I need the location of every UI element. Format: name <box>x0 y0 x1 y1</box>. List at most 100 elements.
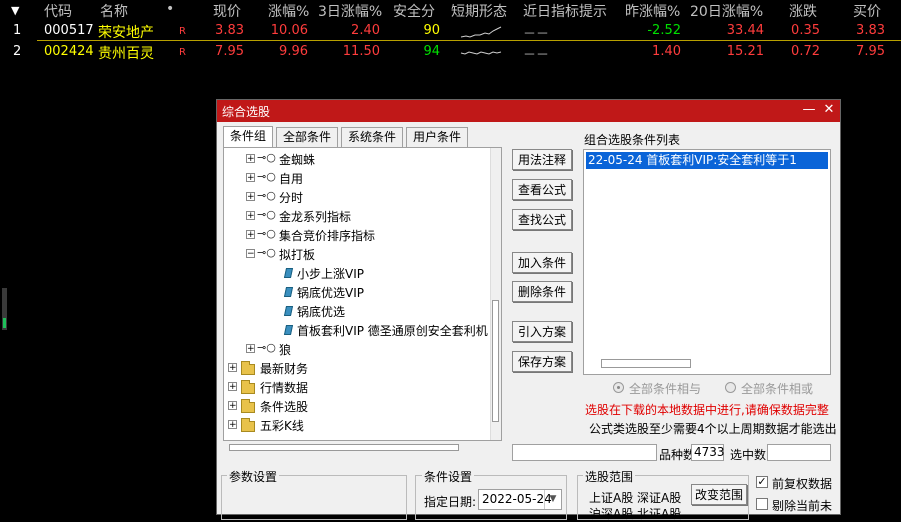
tab-all-conditions[interactable]: 全部条件 <box>276 127 338 147</box>
bid-price: 3.83 <box>856 23 885 38</box>
range-line-2: 沪深A股 北证A股 <box>589 507 682 521</box>
formula-icon <box>283 268 294 278</box>
expand-icon[interactable]: + <box>228 382 237 392</box>
tree-folder-selection[interactable]: + 条件选股 <box>224 397 484 416</box>
change-20d: 33.44 <box>726 23 764 38</box>
find-formula-button[interactable]: 查找公式 <box>512 209 572 230</box>
col-header-safety[interactable]: 安全分 <box>393 1 435 21</box>
tree-leaf-shouban[interactable]: 首板套利VIP 德圣通原创安全套利机制 <box>224 321 488 340</box>
key-icon: ⊸○ <box>257 227 276 240</box>
col-header-change-pct[interactable]: 涨幅% <box>268 1 309 21</box>
change-range-button[interactable]: 改变范围 <box>691 484 747 505</box>
condition-tree[interactable]: + ⊸○ 金蜘蛛 + ⊸○ 自用 + ⊸○ 分时 + ⊸○ 金龙系列指标 + ⊸… <box>223 147 502 441</box>
tree-folder-finance[interactable]: + 最新财务 <box>224 359 484 378</box>
date-select[interactable]: 2022-05-24 ▼ <box>478 489 562 510</box>
exclude-st-checkbox[interactable] <box>756 498 768 510</box>
col-header-name[interactable]: 名称 <box>100 1 128 21</box>
tree-item-jinzhizhu[interactable]: + ⊸○ 金蜘蛛 <box>224 150 484 169</box>
tree-leaf-guodi[interactable]: 锅底优选 <box>224 302 484 321</box>
or-radio[interactable] <box>725 382 736 393</box>
col-header-price[interactable]: 现价 <box>213 1 241 21</box>
expand-icon[interactable]: + <box>246 211 255 221</box>
tab-system-conditions[interactable]: 系统条件 <box>341 127 403 147</box>
safety-score: 90 <box>423 23 440 38</box>
tree-item-fenshi[interactable]: + ⊸○ 分时 <box>224 188 484 207</box>
table-row[interactable]: 2 002424 贵州百灵 R 7.95 9.96 11.50 94 －－ 1.… <box>0 42 901 63</box>
col-header-bid[interactable]: 买价 <box>853 1 881 21</box>
dialog-titlebar[interactable]: 综合选股 — ✕ <box>217 100 840 122</box>
add-condition-button[interactable]: 加入条件 <box>512 252 572 273</box>
tree-item-lang[interactable]: + ⊸○ 狼 <box>224 340 484 359</box>
change-3d: 2.40 <box>351 23 380 38</box>
col-header-dot[interactable]: • <box>166 1 174 17</box>
column-menu-arrow[interactable]: ▼ <box>11 4 19 17</box>
view-formula-button[interactable]: 查看公式 <box>512 179 572 200</box>
expand-icon[interactable]: + <box>246 154 255 164</box>
tree-hscroll-thumb[interactable] <box>229 444 459 451</box>
expand-icon[interactable]: + <box>228 420 237 430</box>
col-header-indicator-hint[interactable]: 近日指标提示 <box>523 1 607 21</box>
col-header-change[interactable]: 涨跌 <box>789 1 817 21</box>
col-header-code[interactable]: 代码 <box>44 1 72 21</box>
tree-leaf-label: 小步上涨VIP <box>297 267 364 281</box>
key-icon: ⊸○ <box>257 189 276 202</box>
tree-folder-label: 行情数据 <box>260 381 309 395</box>
expand-icon[interactable]: + <box>246 192 255 202</box>
tree-leaf-xiaobu[interactable]: 小步上涨VIP <box>224 264 484 283</box>
and-radio[interactable] <box>613 382 624 393</box>
condition-list-item[interactable]: 22-05-24 首板套利VIP:安全套利等于1 <box>586 152 828 169</box>
expand-icon[interactable]: + <box>246 230 255 240</box>
formula-note: 公式类选股至少需要4个以上周期数据才能选出 <box>589 422 837 436</box>
tree-leaf-guodi-vip[interactable]: 锅底优选VIP <box>224 283 484 302</box>
col-header-3d-change[interactable]: 3日涨幅% <box>318 1 382 21</box>
save-plan-button[interactable]: 保存方案 <box>512 351 572 372</box>
usage-notes-button[interactable]: 用法注释 <box>512 149 572 170</box>
tree-folder-label: 条件选股 <box>260 400 309 414</box>
tree-folder-kline[interactable]: + 五彩K线 <box>224 416 484 435</box>
tab-user-conditions[interactable]: 用户条件 <box>406 127 468 147</box>
tree-item-nidaban[interactable]: − ⊸○ 拟打板 <box>224 245 484 264</box>
row-selection-line <box>37 40 901 41</box>
col-header-prev-change[interactable]: 昨涨幅% <box>625 1 680 21</box>
tree-item-auction[interactable]: + ⊸○ 集合竞价排序指标 <box>224 226 484 245</box>
tree-scroll-thumb[interactable] <box>492 300 499 422</box>
expand-icon[interactable]: + <box>246 344 255 354</box>
forward-adjust-label: 前复权数据 <box>772 477 833 491</box>
import-plan-button[interactable]: 引入方案 <box>512 321 572 342</box>
forward-adjust-checkbox[interactable]: ✓ <box>756 476 768 488</box>
tree-leaf-label: 锅底优选 <box>297 305 346 319</box>
expand-icon[interactable]: + <box>246 173 255 183</box>
table-row[interactable]: 1 000517 荣安地产 R 3.83 10.06 2.40 90 －－ -2… <box>0 21 901 42</box>
col-header-short-pattern[interactable]: 短期形态 <box>451 1 507 21</box>
delete-condition-button[interactable]: 删除条件 <box>512 281 572 302</box>
tree-folder-market[interactable]: + 行情数据 <box>224 378 484 397</box>
safety-score: 94 <box>423 44 440 59</box>
expand-icon[interactable]: + <box>228 401 237 411</box>
short-pattern-sparkline <box>460 26 502 38</box>
condition-list[interactable]: 22-05-24 首板套利VIP:安全套利等于1 <box>583 149 831 375</box>
condition-list-hscroll-thumb[interactable] <box>601 359 691 368</box>
folder-icon <box>241 380 255 394</box>
side-scroll-indicator[interactable] <box>2 288 7 330</box>
count-label: 品种数 <box>659 448 696 462</box>
prev-change: 1.40 <box>652 44 681 59</box>
key-icon: ⊸○ <box>257 151 276 164</box>
change-20d: 15.21 <box>726 44 764 59</box>
change-3d: 11.50 <box>342 44 380 59</box>
stock-name: 荣安地产 <box>98 25 154 41</box>
col-header-20d-change[interactable]: 20日涨幅% <box>690 1 763 21</box>
short-pattern-sparkline <box>460 51 502 55</box>
chevron-down-icon[interactable]: ▼ <box>544 490 561 509</box>
r-flag: R <box>179 26 186 37</box>
expand-icon[interactable]: + <box>228 363 237 373</box>
and-radio-label: 全部条件相与 <box>629 382 702 396</box>
tree-item-jinlong[interactable]: + ⊸○ 金龙系列指标 <box>224 207 484 226</box>
tree-folder-label: 五彩K线 <box>260 419 304 433</box>
tree-item-ziyong[interactable]: + ⊸○ 自用 <box>224 169 484 188</box>
close-button[interactable]: ✕ <box>820 101 838 119</box>
minimize-button[interactable]: — <box>800 101 818 119</box>
collapse-icon[interactable]: − <box>246 249 255 259</box>
tab-condition-group[interactable]: 条件组 <box>223 126 273 148</box>
progress-field <box>512 444 657 461</box>
param-settings-title: 参数设置 <box>227 468 280 485</box>
